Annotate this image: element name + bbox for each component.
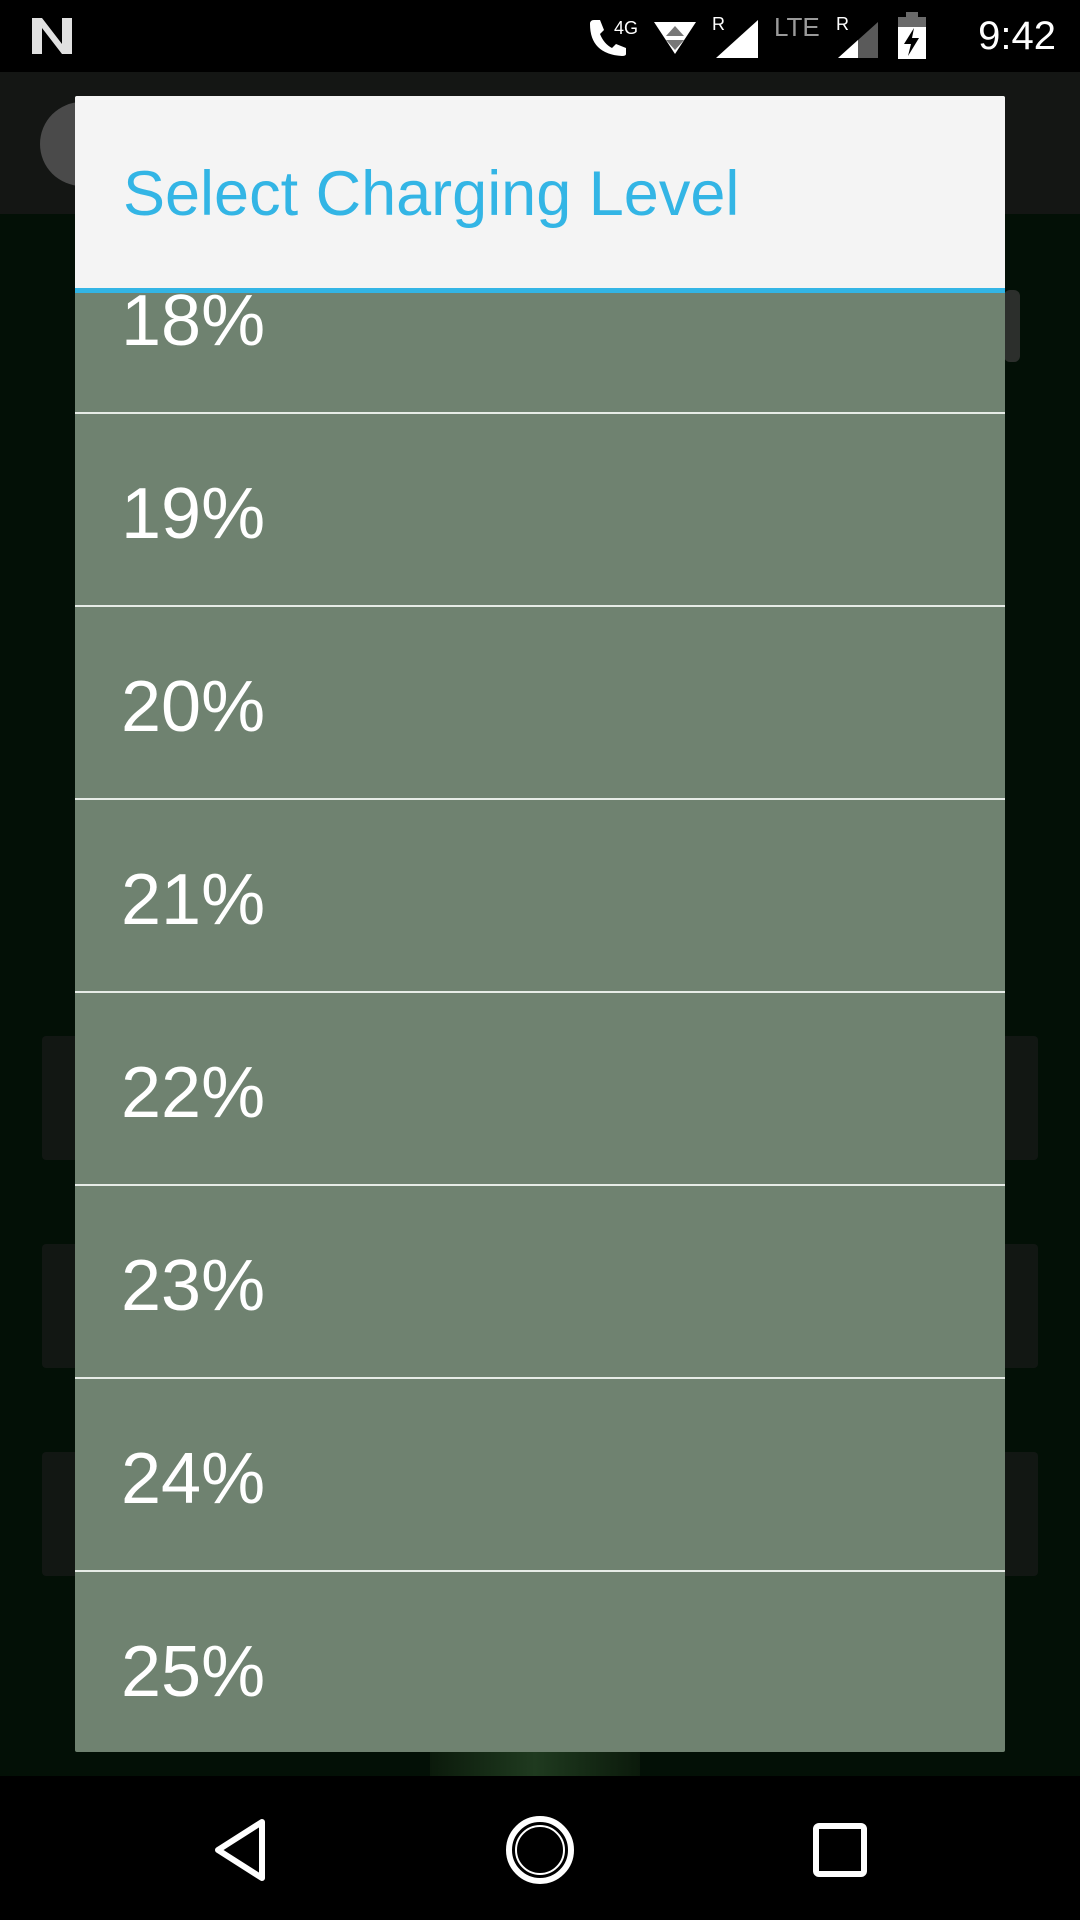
list-item-24[interactable]: 24%: [75, 1379, 1005, 1572]
navigation-bar: [0, 1776, 1080, 1920]
list-item-label: 24%: [121, 1439, 266, 1519]
home-icon[interactable]: [500, 1810, 580, 1890]
charging-level-dialog: Select Charging Level 18% 19% 20% 21% 22…: [75, 96, 1005, 1752]
lte-label: LTE: [774, 14, 820, 42]
battery-charging-icon: [898, 12, 926, 59]
roaming-label: R: [712, 14, 725, 34]
list-item-label: 19%: [121, 474, 266, 554]
list-item-label: 25%: [121, 1632, 266, 1712]
list-item-label: 23%: [121, 1246, 266, 1326]
list-item-23[interactable]: 23%: [75, 1186, 1005, 1379]
list-item-19[interactable]: 19%: [75, 414, 1005, 607]
data-arrows-icon: [654, 22, 696, 54]
list-item-label: 22%: [121, 1053, 266, 1133]
wifi-calling-4g-icon: 4G: [590, 18, 638, 56]
list-item-22[interactable]: 22%: [75, 993, 1005, 1186]
list-item-21[interactable]: 21%: [75, 800, 1005, 993]
roaming-label-2: R: [836, 14, 849, 34]
n-logo-icon: [32, 18, 72, 54]
list-item-label: 21%: [121, 860, 266, 940]
recents-icon[interactable]: [800, 1810, 880, 1890]
dialog-title: Select Charging Level: [123, 159, 740, 229]
list-item-18[interactable]: 18%: [75, 293, 1005, 414]
back-icon[interactable]: [200, 1810, 280, 1890]
list-item-20[interactable]: 20%: [75, 607, 1005, 800]
signal-roaming-icon: R: [712, 14, 758, 58]
status-bar: 4G R LTE R 9:42: [0, 0, 1080, 72]
list-item-label: 20%: [121, 667, 266, 747]
lte-signal-icon: LTE R: [774, 14, 878, 58]
list-item-label: 18%: [121, 293, 266, 361]
network-4g-label: 4G: [614, 18, 638, 38]
dialog-header: Select Charging Level: [75, 96, 1005, 288]
scroll-handle: [1004, 290, 1020, 362]
status-icons: 4G R LTE R: [584, 10, 930, 62]
list-item-25[interactable]: 25%: [75, 1572, 1005, 1752]
status-time: 9:42: [978, 14, 1056, 58]
charging-level-list[interactable]: 18% 19% 20% 21% 22% 23% 24% 25%: [75, 293, 1005, 1752]
